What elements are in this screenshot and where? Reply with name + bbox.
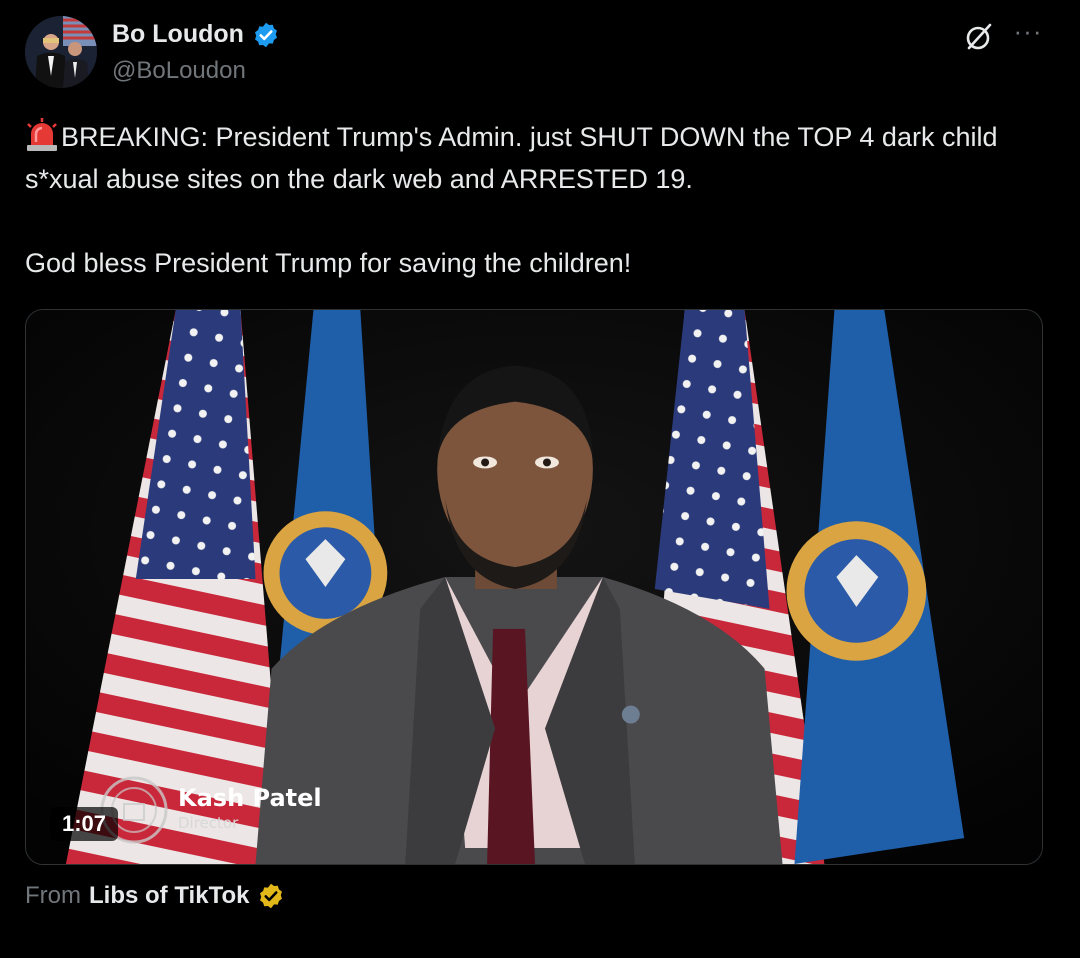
- author-handle[interactable]: @BoLoudon: [112, 57, 246, 85]
- gold-verified-badge-icon: [260, 883, 283, 909]
- tweet-paragraph-1: BREAKING: President Trump's Admin. just …: [25, 116, 1045, 200]
- verified-badge-icon: [254, 22, 277, 47]
- more-icon[interactable]: ···: [1012, 15, 1044, 47]
- avatar-image: [25, 16, 97, 88]
- tweet-text: BREAKING: President Trump's Admin. just …: [25, 116, 1045, 284]
- author-avatar[interactable]: [25, 16, 97, 88]
- author-display-name[interactable]: Bo Loudon: [112, 20, 244, 49]
- tweet-paragraph-1-text: BREAKING: President Trump's Admin. just …: [25, 122, 998, 194]
- lower-third-title: Director: [178, 814, 239, 832]
- lower-third-name: Kash Patel: [178, 784, 322, 812]
- siren-emoji-icon: [27, 118, 57, 151]
- source-attribution: From Libs of TikTok: [25, 882, 285, 910]
- tweet-paragraph-2: God bless President Trump for saving the…: [25, 248, 632, 278]
- video-duration-badge: 1:07: [50, 807, 119, 841]
- video-frame: [26, 310, 1042, 864]
- bottom-edge: [0, 938, 1080, 958]
- video-player[interactable]: 1:07 Kash Patel Director: [25, 309, 1043, 865]
- source-account-link[interactable]: Libs of TikTok: [89, 882, 249, 910]
- grok-icon[interactable]: [962, 20, 996, 54]
- lower-third: Kash Patel Director: [178, 784, 322, 832]
- source-prefix: From: [25, 882, 81, 909]
